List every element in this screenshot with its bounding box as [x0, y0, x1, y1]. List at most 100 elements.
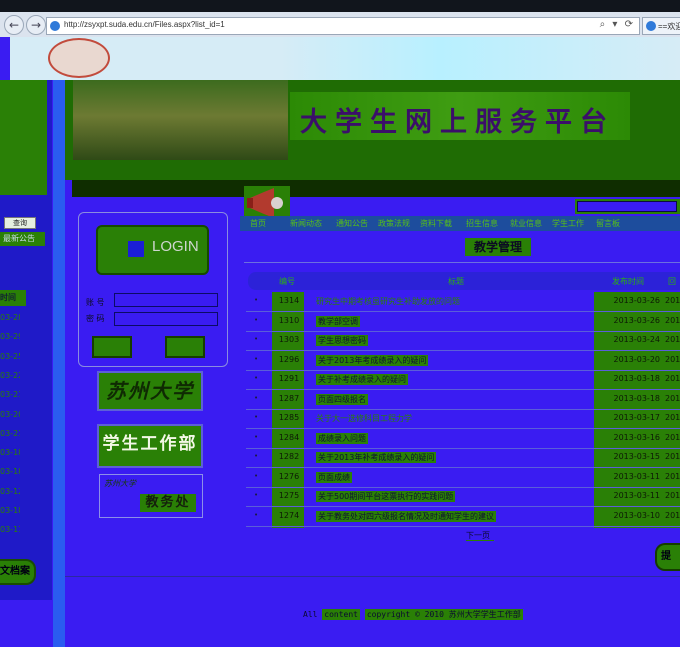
nav-menu-item[interactable]: 就业信息	[510, 217, 542, 230]
browser-tab[interactable]: ==欢迎	[642, 17, 680, 35]
username-label: 账 号	[86, 298, 105, 307]
row-title-link[interactable]: 关于2013年考成绩录入的疑问	[316, 354, 429, 366]
table-row[interactable]: • 1287 页面四级报名 2013-03-18 2013	[246, 390, 680, 410]
row-bullet-icon: •	[254, 491, 259, 499]
login-title: LOGIN	[152, 238, 199, 255]
row-bullet-icon: •	[254, 354, 259, 363]
site-title: 大学生网上服务平台	[300, 107, 615, 138]
left-more-button[interactable]: 文档案	[0, 559, 36, 585]
nav-menu-item[interactable]: 招生信息	[466, 217, 498, 230]
left-date-item[interactable]: 03-11	[0, 523, 20, 537]
row-title-link[interactable]: 教学部空调	[316, 315, 360, 327]
username-input[interactable]	[114, 293, 218, 307]
column-divider	[53, 80, 65, 647]
window-titlebar	[0, 0, 680, 12]
left-date-item[interactable]: 03-29	[0, 330, 20, 344]
forward-button[interactable]: →	[26, 15, 46, 35]
row-title-link[interactable]: 页面成绩	[316, 471, 352, 483]
row-id: 1291	[278, 374, 300, 383]
left-date-item[interactable]: 03-21	[0, 388, 20, 402]
login-button[interactable]	[92, 336, 132, 358]
left-date-item[interactable]: 03-18	[0, 504, 20, 518]
row-title-link[interactable]: 页面四级报名	[316, 393, 368, 405]
university-logo-link[interactable]: 苏州大学	[97, 371, 203, 411]
table-row[interactable]: • 1274 关于教务处对四六级报名情况及时通知学生的建议 2013-03-10 201…	[246, 507, 680, 527]
nav-menu-item[interactable]: 通知公告	[336, 217, 368, 230]
table-row[interactable]: • 1296 关于2013年考成绩录入的疑问 2013-03-20 2013	[246, 351, 680, 371]
footer-copyright: copyright © 2010 苏州大学学生工作部	[364, 609, 523, 620]
row-bullet-icon: •	[254, 471, 259, 480]
jwc-university-text: 苏州大学	[104, 479, 136, 488]
row-title-link[interactable]: 关于补考成绩录入的疑问	[316, 374, 408, 385]
table-row[interactable]: • 1310 教学部空调 2013-03-26 2013	[246, 312, 680, 332]
header-id: 编号	[279, 277, 295, 286]
row-date: 2013-03-26	[613, 315, 661, 325]
left-date-item[interactable]: 03-28	[0, 311, 20, 325]
row-title-link[interactable]: 成绩录入问题	[316, 432, 368, 444]
left-date-item[interactable]: 03-20	[0, 408, 20, 422]
back-arrow-icon: ←	[8, 18, 20, 32]
table-row[interactable]: • 1314 研究生中期考核虽研究生补助发放的问题2013-03-26 2013	[246, 292, 680, 312]
row-reply-date: 2013	[665, 432, 680, 442]
university-emblem-icon	[48, 38, 110, 78]
table-row[interactable]: • 1291 关于补考成绩录入的疑问 2013-03-18 2013	[246, 370, 680, 390]
right-submit-button[interactable]: 提	[655, 543, 680, 571]
footer-rule	[65, 576, 680, 577]
nav-menu-item[interactable]: 政策法规	[378, 217, 410, 230]
left-query-button[interactable]: 查询	[4, 217, 36, 229]
table-row[interactable]: • 1282 关于2013年补考成绩录入的疑问 2013-03-15 2013	[246, 448, 680, 468]
campus-photo	[73, 80, 288, 160]
left-date-item[interactable]: 03-21	[0, 427, 20, 441]
row-title-link[interactable]: 研究生中期考核虽研究生补助发放的问题	[316, 296, 616, 307]
address-bar[interactable]: http://zsyxpt.suda.edu.cn/Files.aspx?lis…	[46, 17, 640, 35]
nav-menu-item[interactable]: 留言板	[596, 217, 620, 230]
left-date-item[interactable]: 03-12	[0, 485, 20, 499]
section-title: 教学管理	[465, 238, 531, 256]
row-title-link[interactable]: 关于大一选修科目工程力学	[316, 413, 616, 424]
row-reply-date: 2013	[665, 354, 680, 364]
table-row[interactable]: • 1303 学生思想密码 2013-03-24 2013	[246, 331, 680, 351]
nav-menu-item[interactable]: 学生工作	[552, 217, 584, 230]
left-date-item[interactable]: 03-18	[0, 446, 20, 460]
header-title: 标题	[448, 277, 464, 286]
next-page-underline	[466, 540, 494, 541]
row-title-link[interactable]: 学生思想密码	[316, 335, 368, 346]
row-date: 2013-03-20	[613, 354, 661, 364]
address-search-refresh-icons[interactable]: ⌕ ▾ ⟳	[600, 19, 635, 30]
left-date-item[interactable]: 03-18	[0, 465, 20, 479]
row-bullet-icon: •	[254, 335, 259, 343]
password-input[interactable]	[114, 312, 218, 326]
back-button[interactable]: ←	[4, 15, 24, 35]
xgb-logo-link[interactable]: 学生工作部	[97, 424, 203, 468]
nav-menu-item[interactable]: 首页	[250, 217, 266, 230]
row-reply-date: 2013	[665, 471, 680, 481]
row-title-link[interactable]: 关于500期间平台这票执行的实践问题	[316, 491, 456, 502]
address-text[interactable]: http://zsyxpt.suda.edu.cn/Files.aspx?lis…	[64, 20, 225, 29]
nav-menu-item[interactable]: 资料下载	[420, 217, 452, 230]
site-search-input[interactable]	[577, 201, 677, 212]
table-row[interactable]: • 1276 页面成绩 2013-03-11 2013	[246, 468, 680, 488]
row-date: 2013-03-18	[613, 374, 661, 383]
row-reply-date: 2013	[665, 491, 680, 500]
row-reply-date: 2013	[665, 374, 680, 383]
table-row[interactable]: • 1275 关于500期间平台这票执行的实践问题 2013-03-11 2013	[246, 487, 680, 507]
nav-menu-item[interactable]: 新闻动态	[290, 217, 322, 230]
reset-button[interactable]	[165, 336, 205, 358]
row-title-link[interactable]: 关于教务处对四六级报名情况及时通知学生的建议	[316, 510, 496, 522]
row-date: 2013-03-15	[613, 452, 661, 461]
row-date: 2013-03-18	[613, 393, 661, 403]
row-title-link[interactable]: 关于2013年补考成绩录入的疑问	[316, 452, 437, 463]
row-bullet-icon: •	[254, 315, 259, 324]
table-row[interactable]: • 1285 关于大一选修科目工程力学2013-03-17 2013	[246, 409, 680, 429]
row-date: 2013-03-11	[613, 491, 661, 500]
row-date: 2013-03-24	[613, 335, 661, 344]
forward-arrow-icon: →	[30, 18, 42, 32]
row-reply-date: 2013	[665, 393, 680, 403]
row-id: 1303	[278, 335, 300, 344]
left-date-item[interactable]: 03-22	[0, 369, 20, 383]
row-reply-date: 2013	[665, 296, 680, 305]
section-rule	[244, 262, 680, 263]
table-row[interactable]: • 1284 成绩录入问题 2013-03-16 2013	[246, 429, 680, 449]
row-id: 1275	[278, 491, 300, 500]
left-date-item[interactable]: 03-25	[0, 350, 20, 364]
